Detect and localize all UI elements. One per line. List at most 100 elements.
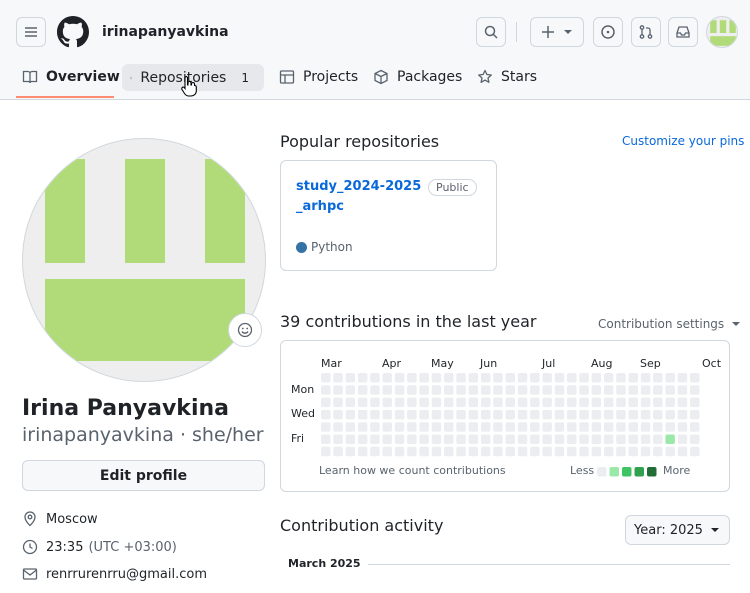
email-text[interactable]: renrrurenrru@gmail.com xyxy=(46,567,207,582)
contribution-cell[interactable] xyxy=(530,409,540,420)
contribution-cell[interactable] xyxy=(579,409,589,420)
contribution-cell[interactable] xyxy=(505,385,516,395)
contribution-cell[interactable] xyxy=(603,434,614,445)
contribution-cell[interactable] xyxy=(431,373,442,383)
contribution-cell[interactable] xyxy=(345,434,356,445)
contribution-cell[interactable] xyxy=(419,397,429,408)
contribution-cell[interactable] xyxy=(616,373,626,383)
contribution-cell[interactable] xyxy=(419,422,429,432)
contribution-cell[interactable] xyxy=(333,397,343,408)
contribution-cell[interactable] xyxy=(431,397,442,408)
contribution-cell[interactable] xyxy=(468,397,479,408)
contribution-cell[interactable] xyxy=(394,409,405,420)
contribution-cell[interactable] xyxy=(579,434,589,445)
github-logo-icon[interactable] xyxy=(57,16,89,48)
contribution-cell[interactable] xyxy=(677,434,688,445)
contribution-cell[interactable] xyxy=(321,385,331,395)
contribution-cell[interactable] xyxy=(591,422,602,432)
contribution-cell[interactable] xyxy=(357,409,368,420)
contribution-cell[interactable] xyxy=(567,397,577,408)
contribution-cell[interactable] xyxy=(505,397,516,408)
contribution-cell[interactable] xyxy=(468,409,479,420)
contribution-cell[interactable] xyxy=(677,397,688,408)
contribution-cell[interactable] xyxy=(444,446,454,457)
inbox-button[interactable] xyxy=(668,17,698,47)
contribution-cell[interactable] xyxy=(444,422,454,432)
contribution-cell[interactable] xyxy=(665,446,675,457)
contribution-cell[interactable] xyxy=(407,373,417,383)
contribution-cell[interactable] xyxy=(345,397,356,408)
contribution-cell[interactable] xyxy=(333,385,343,395)
contribution-cell[interactable] xyxy=(665,385,675,395)
contribution-cell[interactable] xyxy=(456,373,466,383)
contribution-cell[interactable] xyxy=(628,373,639,383)
contribution-cell[interactable] xyxy=(517,446,528,457)
contribution-cell[interactable] xyxy=(665,422,675,432)
contribution-cell[interactable] xyxy=(677,446,688,457)
contribution-cell[interactable] xyxy=(370,385,380,395)
contribution-cell[interactable] xyxy=(505,373,516,383)
contribution-cell[interactable] xyxy=(628,385,639,395)
contribution-cell[interactable] xyxy=(579,373,589,383)
contribution-cell[interactable] xyxy=(456,422,466,432)
contribution-cell[interactable] xyxy=(444,373,454,383)
contribution-cell[interactable] xyxy=(505,409,516,420)
contribution-cell[interactable] xyxy=(640,397,651,408)
tab-overview[interactable]: Overview xyxy=(22,62,120,92)
contribution-cell[interactable] xyxy=(382,373,393,383)
contribution-cell[interactable] xyxy=(567,422,577,432)
contribution-cell[interactable] xyxy=(345,373,356,383)
contribution-cell[interactable] xyxy=(456,409,466,420)
contribution-cell[interactable] xyxy=(653,397,663,408)
contribution-cell[interactable] xyxy=(357,446,368,457)
contribution-cell[interactable] xyxy=(345,385,356,395)
contribution-cell[interactable] xyxy=(382,446,393,457)
contribution-cell[interactable] xyxy=(628,434,639,445)
contribution-cell[interactable] xyxy=(493,373,503,383)
contribution-cell[interactable] xyxy=(591,409,602,420)
contribution-cell[interactable] xyxy=(591,373,602,383)
contribution-cell[interactable] xyxy=(628,446,639,457)
contribution-cell[interactable] xyxy=(653,409,663,420)
contribution-cell[interactable] xyxy=(394,385,405,395)
contribution-cell[interactable] xyxy=(653,434,663,445)
contribution-cell[interactable] xyxy=(517,385,528,395)
learn-contributions-link[interactable]: Learn how we count contributions xyxy=(319,464,506,477)
contribution-cell[interactable] xyxy=(493,397,503,408)
contribution-cell[interactable] xyxy=(603,397,614,408)
contribution-cell[interactable] xyxy=(394,434,405,445)
contribution-cell[interactable] xyxy=(333,434,343,445)
contribution-cell[interactable] xyxy=(468,373,479,383)
contribution-cell[interactable] xyxy=(419,446,429,457)
edit-profile-button[interactable]: Edit profile xyxy=(22,460,265,491)
contribution-cell[interactable] xyxy=(677,409,688,420)
contribution-cell[interactable] xyxy=(480,409,491,420)
contribution-cell[interactable] xyxy=(567,446,577,457)
menu-button[interactable] xyxy=(16,17,46,47)
contribution-cell[interactable] xyxy=(517,397,528,408)
contribution-cell[interactable] xyxy=(357,434,368,445)
contribution-cell[interactable] xyxy=(321,397,331,408)
issues-button[interactable] xyxy=(593,17,623,47)
contribution-cell[interactable] xyxy=(530,373,540,383)
contribution-cell[interactable] xyxy=(407,422,417,432)
contribution-cell[interactable] xyxy=(468,422,479,432)
profile-avatar[interactable] xyxy=(22,138,266,382)
contribution-cell[interactable] xyxy=(554,446,565,457)
contribution-cell[interactable] xyxy=(357,397,368,408)
contribution-cell[interactable] xyxy=(480,434,491,445)
customize-pins-link[interactable]: Customize your pins xyxy=(622,134,744,148)
contribution-cell[interactable] xyxy=(616,422,626,432)
contribution-cell[interactable] xyxy=(419,409,429,420)
contribution-cell[interactable] xyxy=(394,397,405,408)
contribution-cell[interactable] xyxy=(554,397,565,408)
contribution-cell[interactable] xyxy=(579,446,589,457)
contribution-cell[interactable] xyxy=(444,385,454,395)
contribution-cell[interactable] xyxy=(444,434,454,445)
contribution-cell[interactable] xyxy=(640,385,651,395)
contribution-cell[interactable] xyxy=(456,385,466,395)
contribution-cell[interactable] xyxy=(567,434,577,445)
contribution-cell[interactable] xyxy=(407,385,417,395)
contribution-cell[interactable] xyxy=(591,397,602,408)
contribution-cell[interactable] xyxy=(677,373,688,383)
